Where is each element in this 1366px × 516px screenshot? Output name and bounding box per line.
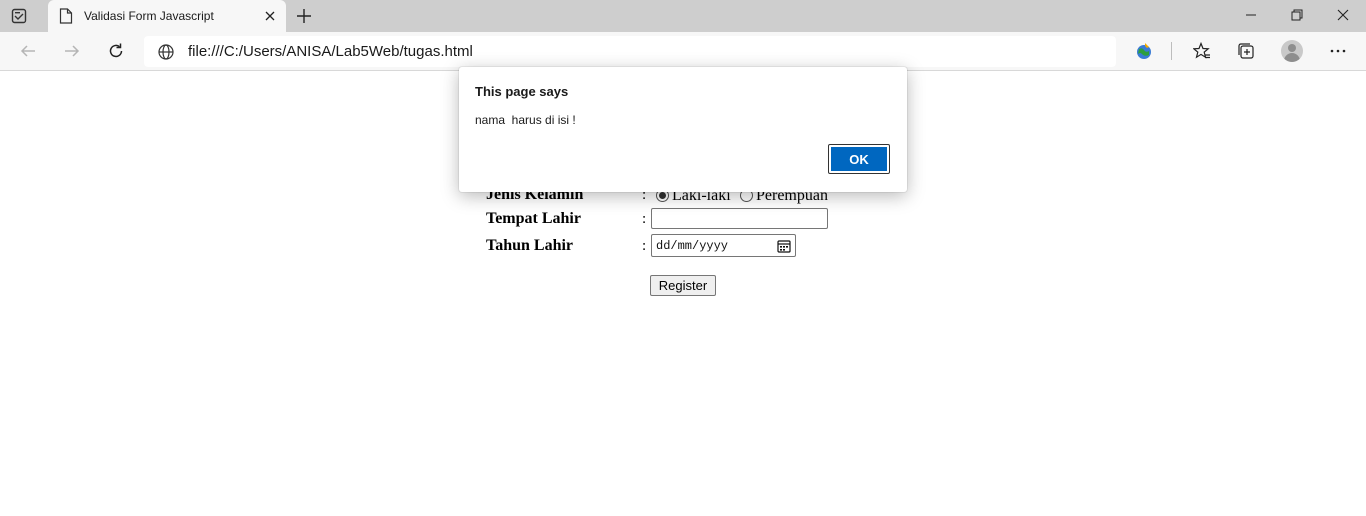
toolbar-separator <box>1171 42 1172 60</box>
favorites-star-icon[interactable] <box>1191 40 1213 62</box>
refresh-icon[interactable] <box>105 40 127 62</box>
minimize-button[interactable] <box>1228 0 1274 30</box>
date-placeholder: dd/mm/yyyy <box>656 239 729 253</box>
tab-strip: Validasi Form Javascript <box>0 0 1366 32</box>
ok-button-label: OK <box>831 147 887 171</box>
calendar-icon[interactable] <box>777 239 791 253</box>
profile-avatar-icon[interactable] <box>1281 40 1303 62</box>
browser-tab[interactable]: Validasi Form Javascript <box>48 0 286 32</box>
plus-icon[interactable] <box>294 6 314 26</box>
tab-title: Validasi Form Javascript <box>84 9 214 23</box>
browser-toolbar: file:///C:/Users/ANISA/Lab5Web/tugas.htm… <box>0 32 1366 71</box>
dialog-title: This page says <box>475 84 569 99</box>
address-text[interactable]: file:///C:/Users/ANISA/Lab5Web/tugas.htm… <box>188 43 473 60</box>
close-icon[interactable] <box>262 8 278 24</box>
more-dots-icon[interactable] <box>1327 40 1349 62</box>
collections-icon[interactable] <box>1235 40 1257 62</box>
extension-globe-icon[interactable] <box>1133 40 1155 62</box>
birthyear-label: Tahun Lahir <box>486 237 574 254</box>
ok-button[interactable]: OK <box>828 144 890 174</box>
globe-icon[interactable] <box>157 43 175 61</box>
birthyear-colon: : <box>642 238 647 254</box>
alert-dialog: This page says nama harus di isi ! OK <box>459 67 907 192</box>
forward-arrow-icon[interactable] <box>61 40 83 62</box>
back-arrow-icon[interactable] <box>17 40 39 62</box>
address-bar[interactable]: file:///C:/Users/ANISA/Lab5Web/tugas.htm… <box>144 36 1116 67</box>
tab-actions-icon[interactable] <box>10 7 28 25</box>
page-icon <box>59 8 73 24</box>
restore-button[interactable] <box>1274 0 1320 30</box>
dialog-message: nama harus di isi ! <box>475 113 576 127</box>
birthplace-label: Tempat Lahir <box>486 210 581 227</box>
close-window-button[interactable] <box>1320 0 1366 30</box>
birthplace-colon: : <box>642 211 647 227</box>
birthplace-input[interactable] <box>651 208 828 229</box>
register-button[interactable]: Register <box>650 275 716 296</box>
birthyear-date-input[interactable]: dd/mm/yyyy <box>651 234 796 257</box>
